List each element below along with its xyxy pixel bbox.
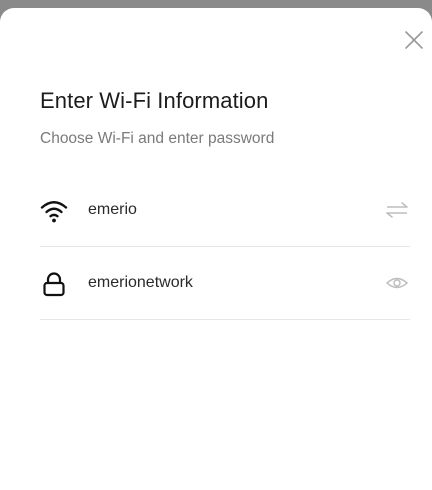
switch-network-button[interactable] xyxy=(384,199,410,221)
wifi-ssid: emerio xyxy=(88,201,137,218)
close-icon xyxy=(405,31,423,49)
wifi-dialog: Enter Wi-Fi Information Choose Wi-Fi and… xyxy=(0,8,432,490)
password-row[interactable]: emerionetwork xyxy=(40,247,410,320)
lock-icon xyxy=(43,272,65,297)
wifi-icon xyxy=(40,201,68,223)
eye-icon xyxy=(385,277,409,289)
dialog-title: Enter Wi-Fi Information xyxy=(40,88,269,113)
toggle-password-visibility-button[interactable] xyxy=(384,272,410,294)
swap-icon xyxy=(386,202,408,218)
dialog-subtitle: Choose Wi-Fi and enter password xyxy=(40,130,275,147)
password-field[interactable]: emerionetwork xyxy=(88,274,193,292)
close-button[interactable] xyxy=(400,26,428,54)
wifi-network-row[interactable]: emerio xyxy=(40,174,410,247)
